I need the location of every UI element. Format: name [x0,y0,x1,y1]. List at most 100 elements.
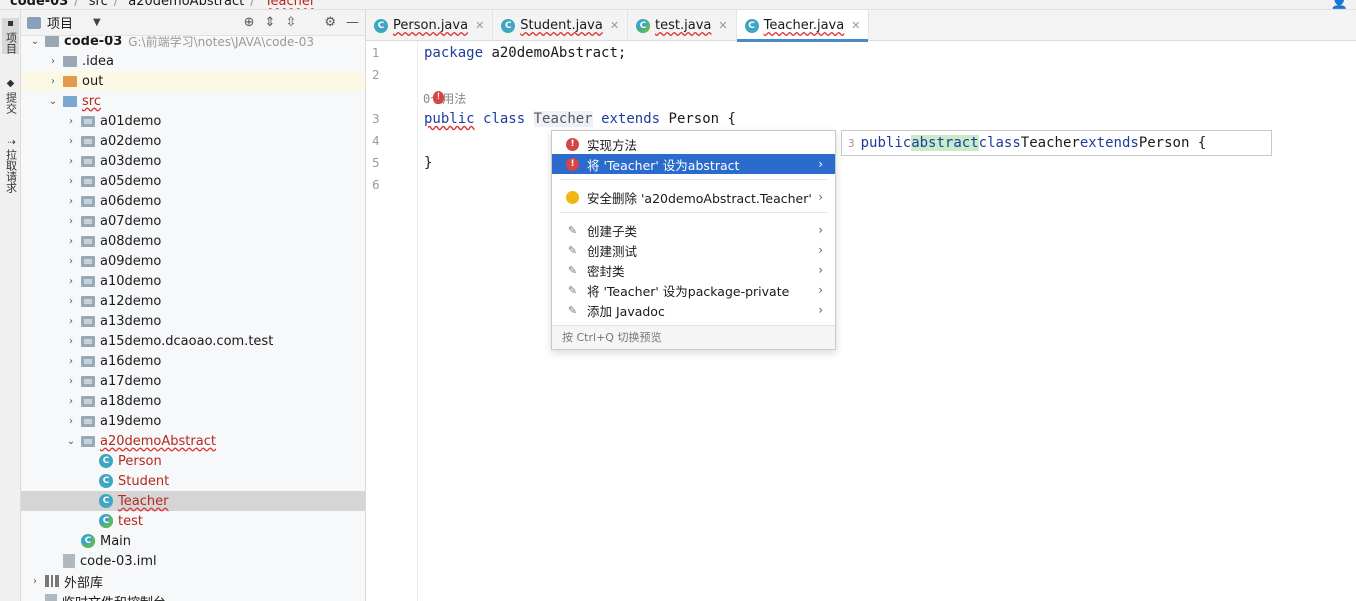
chevron-right-icon[interactable]: › [65,256,77,267]
code-line-5[interactable]: } [424,155,432,171]
menu-item[interactable]: ✎ 添加 Javadoc › [552,300,835,320]
commit-tool-tab[interactable]: ◆ 提交 [2,78,19,114]
tree-item[interactable]: C Main [21,531,365,551]
chevron-right-icon[interactable]: › [65,116,77,127]
chevron-right-icon[interactable]: › [65,276,77,287]
menu-item[interactable]: ✎ 创建子类 › [552,220,835,240]
tree-item[interactable]: › a09demo [21,251,365,271]
package-icon [81,355,95,367]
editor-tab[interactable]: C Teacher.java ✕ [736,10,870,42]
chevron-right-icon[interactable]: › [65,216,77,227]
chevron-right-icon[interactable]: › [65,236,77,247]
code-line-3[interactable]: public class Teacher extends Person { [424,111,736,127]
tree-item[interactable]: ⌄ code-03 G:\前端学习\notes\JAVA\code-03 [21,36,365,51]
menu-item[interactable]: ! 实现方法 [552,134,835,154]
menu-item[interactable]: ✎ 将 'Teacher' 设为package-private › [552,280,835,300]
project-view-title[interactable]: 项目 [47,13,73,32]
tree-item[interactable]: › a06demo [21,191,365,211]
menu-item[interactable]: ! 将 'Teacher' 设为abstract › [552,154,835,174]
chevron-right-icon[interactable]: › [65,396,77,407]
tree-item[interactable]: › a07demo [21,211,365,231]
chevron-down-icon[interactable]: ▼ [93,17,101,28]
tree-item[interactable]: › out [21,71,365,91]
tree-item[interactable]: › a17demo [21,371,365,391]
project-tree[interactable]: ⌄ code-03 G:\前端学习\notes\JAVA\code-03 › .idea… [21,36,365,601]
close-icon[interactable]: ✕ [610,19,619,32]
editor-tab[interactable]: C Person.java ✕ [366,10,494,41]
tree-item[interactable]: C Student [21,471,365,491]
tree-item[interactable]: C Teacher [21,491,365,511]
editor-tab[interactable]: Ctest.java ✕ [628,10,737,41]
chevron-down-icon[interactable]: ⌄ [47,96,59,107]
breadcrumb-class[interactable]: Teacher [265,0,315,9]
editor-tab[interactable]: C Student.java ✕ [493,10,629,41]
close-icon[interactable]: ✕ [851,19,860,32]
breadcrumb-package[interactable]: a20demoAbstract [128,0,244,9]
tree-item[interactable]: › a19demo [21,411,365,431]
chevron-right-icon[interactable]: › [65,176,77,187]
tree-item[interactable]: › 外部库 [21,571,365,591]
menu-item[interactable]: ✎ 密封类 › [552,260,835,280]
package-icon [81,295,95,307]
menu-item[interactable]: ✎ 创建测试 › [552,240,835,260]
chevron-right-icon[interactable]: › [47,56,59,67]
gear-icon[interactable]: ⚙ [324,15,336,30]
pull-requests-tool-tab[interactable]: ⇡ 拉取请求 [2,138,19,193]
tree-item[interactable]: C Person [21,451,365,471]
error-bulb-icon[interactable]: ! [433,91,444,104]
chevron-right-icon[interactable]: › [65,336,77,347]
user-icon[interactable]: 👤 [1331,0,1348,9]
package-icon [81,155,95,167]
chevron-right-icon[interactable]: › [65,196,77,207]
close-icon[interactable]: ✕ [475,19,484,32]
usage-hint[interactable]: 0个用法 [423,90,466,107]
bulb-icon [566,190,579,204]
chevron-right-icon[interactable]: › [65,136,77,147]
expand-all-icon[interactable]: ⇕ [265,15,276,30]
chevron-right-icon[interactable]: › [47,76,59,87]
code-line-1[interactable]: package a20demoAbstract; [424,45,626,61]
tree-item[interactable]: Ctest [21,511,365,531]
chevron-down-icon[interactable]: ⌄ [29,36,41,47]
tree-item[interactable]: ⌄ a20demoAbstract [21,431,365,451]
chevron-right-icon[interactable]: › [65,376,77,387]
tree-item[interactable]: › a03demo [21,151,365,171]
chevron-right-icon[interactable]: › [65,156,77,167]
locate-icon[interactable]: ⊕ [244,15,255,30]
tree-item[interactable]: › a02demo [21,131,365,151]
tree-item[interactable]: › a12demo [21,291,365,311]
close-icon[interactable]: ✕ [718,19,727,32]
tree-item[interactable]: › a18demo [21,391,365,411]
tree-item-label: code-03.iml [80,553,157,569]
tree-item[interactable]: 临时文件和控制台 [21,591,365,601]
chevron-right-icon[interactable]: › [65,356,77,367]
tree-item[interactable]: › a10demo [21,271,365,291]
chevron-right-icon: › [818,190,823,204]
breadcrumb-src[interactable]: src [89,0,108,9]
tree-item[interactable]: › .idea [21,51,365,71]
chevron-right-icon[interactable]: › [29,576,41,587]
chevron-right-icon[interactable]: › [65,316,77,327]
tree-item[interactable]: › a05demo [21,171,365,191]
error-bulb-icon: ! [566,137,579,151]
tree-item[interactable]: › a08demo [21,231,365,251]
project-tool-tab[interactable]: ▪ 项目 [2,18,19,54]
menu-item-label: 将 'Teacher' 设为package-private [587,283,790,299]
tree-item[interactable]: › a13demo [21,311,365,331]
collapse-all-icon[interactable]: ⇳ [285,15,296,30]
chevron-down-icon[interactable]: ⌄ [65,436,77,447]
tree-item[interactable]: › a15demo.dcaoao.com.test [21,331,365,351]
editor-gutter: 1 2 3 4 5 6 [366,41,418,601]
runnable-class-icon: C [81,534,95,548]
tree-item[interactable]: › a01demo [21,111,365,131]
package-icon [81,195,95,207]
preview-line-number: 3 [848,136,855,150]
tree-item[interactable]: ⌄ src [21,91,365,111]
breadcrumb-project[interactable]: code-03 [10,0,68,9]
chevron-right-icon[interactable]: › [65,416,77,427]
tree-item[interactable]: code-03.iml [21,551,365,571]
tree-item[interactable]: › a16demo [21,351,365,371]
chevron-right-icon[interactable]: › [65,296,77,307]
hide-icon[interactable]: — [346,15,359,30]
menu-item[interactable]: 安全删除 'a20demoAbstract.Teacher' › [552,187,835,207]
